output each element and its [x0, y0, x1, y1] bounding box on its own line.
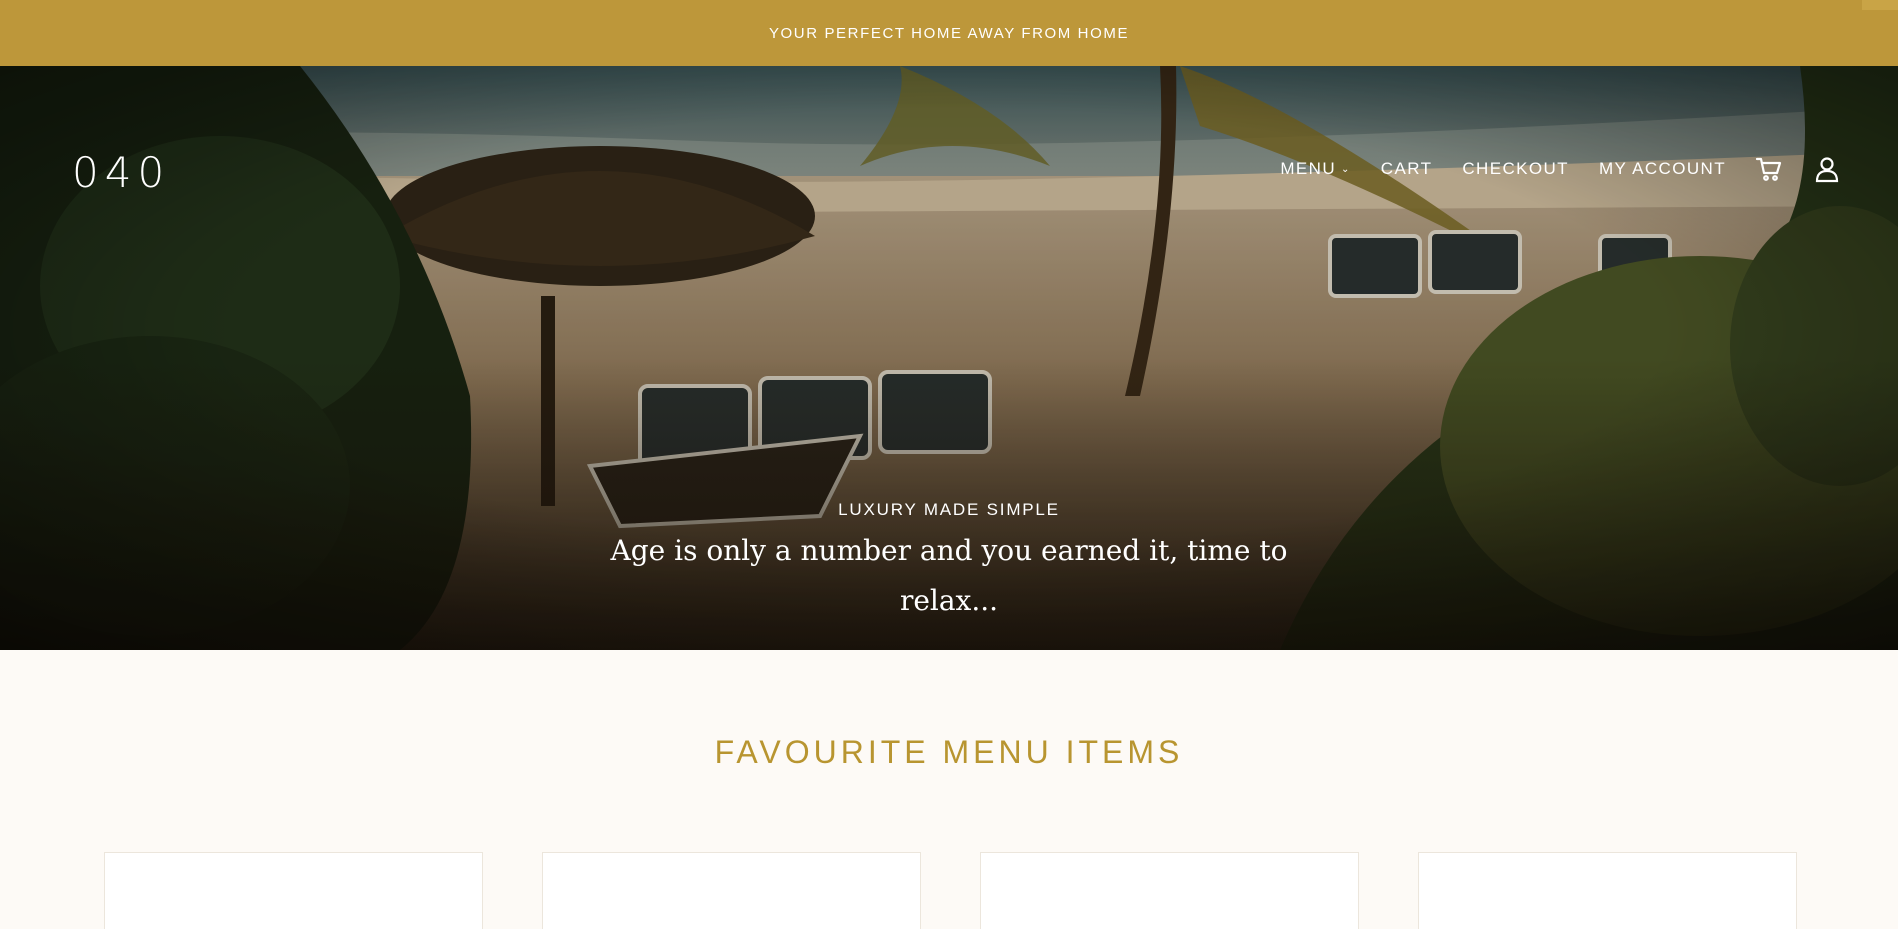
hero-headline: Age is only a number and you earned it, …	[0, 526, 1898, 626]
main-navigation: MENU ⌄ CART CHECKOUT MY ACCOUNT	[1250, 154, 1842, 184]
hero-eyebrow: LUXURY MADE SIMPLE	[838, 500, 1060, 519]
nav-my-account[interactable]: MY ACCOUNT	[1599, 159, 1726, 179]
favourite-item-card-1[interactable]	[104, 852, 483, 929]
hero-headline-line-1: Age is only a number and you earned it, …	[610, 534, 1288, 567]
hero-headline-line-2: relax...	[899, 584, 999, 617]
cart-icon[interactable]	[1754, 154, 1784, 184]
favourite-item-card-3[interactable]	[980, 852, 1359, 929]
nav-menu[interactable]: MENU ⌄	[1280, 159, 1350, 179]
nav-checkout-label: CHECKOUT	[1462, 159, 1569, 178]
nav-menu-label: MENU	[1280, 159, 1336, 178]
hero-banner: 040 MENU ⌄ CART CHECKOUT MY ACCOUNT LUXU…	[0, 66, 1898, 650]
announcement-bar: YOUR PERFECT HOME AWAY FROM HOME	[0, 0, 1898, 66]
nav-checkout[interactable]: CHECKOUT	[1462, 159, 1569, 179]
announcement-text: YOUR PERFECT HOME AWAY FROM HOME	[768, 24, 1130, 42]
favourites-section-title: FAVOURITE MENU ITEMS	[714, 734, 1184, 770]
nav-cart-label: CART	[1380, 159, 1433, 178]
favourite-item-card-4[interactable]	[1418, 852, 1797, 929]
favourite-item-card-2[interactable]	[542, 852, 921, 929]
nav-my-account-label: MY ACCOUNT	[1598, 159, 1726, 178]
chevron-down-icon: ⌄	[1341, 163, 1351, 175]
announcement-corner-accent	[1862, 0, 1898, 10]
account-icon[interactable]	[1812, 154, 1842, 184]
nav-cart[interactable]: CART	[1381, 159, 1433, 179]
site-logo[interactable]: 040	[72, 148, 170, 197]
